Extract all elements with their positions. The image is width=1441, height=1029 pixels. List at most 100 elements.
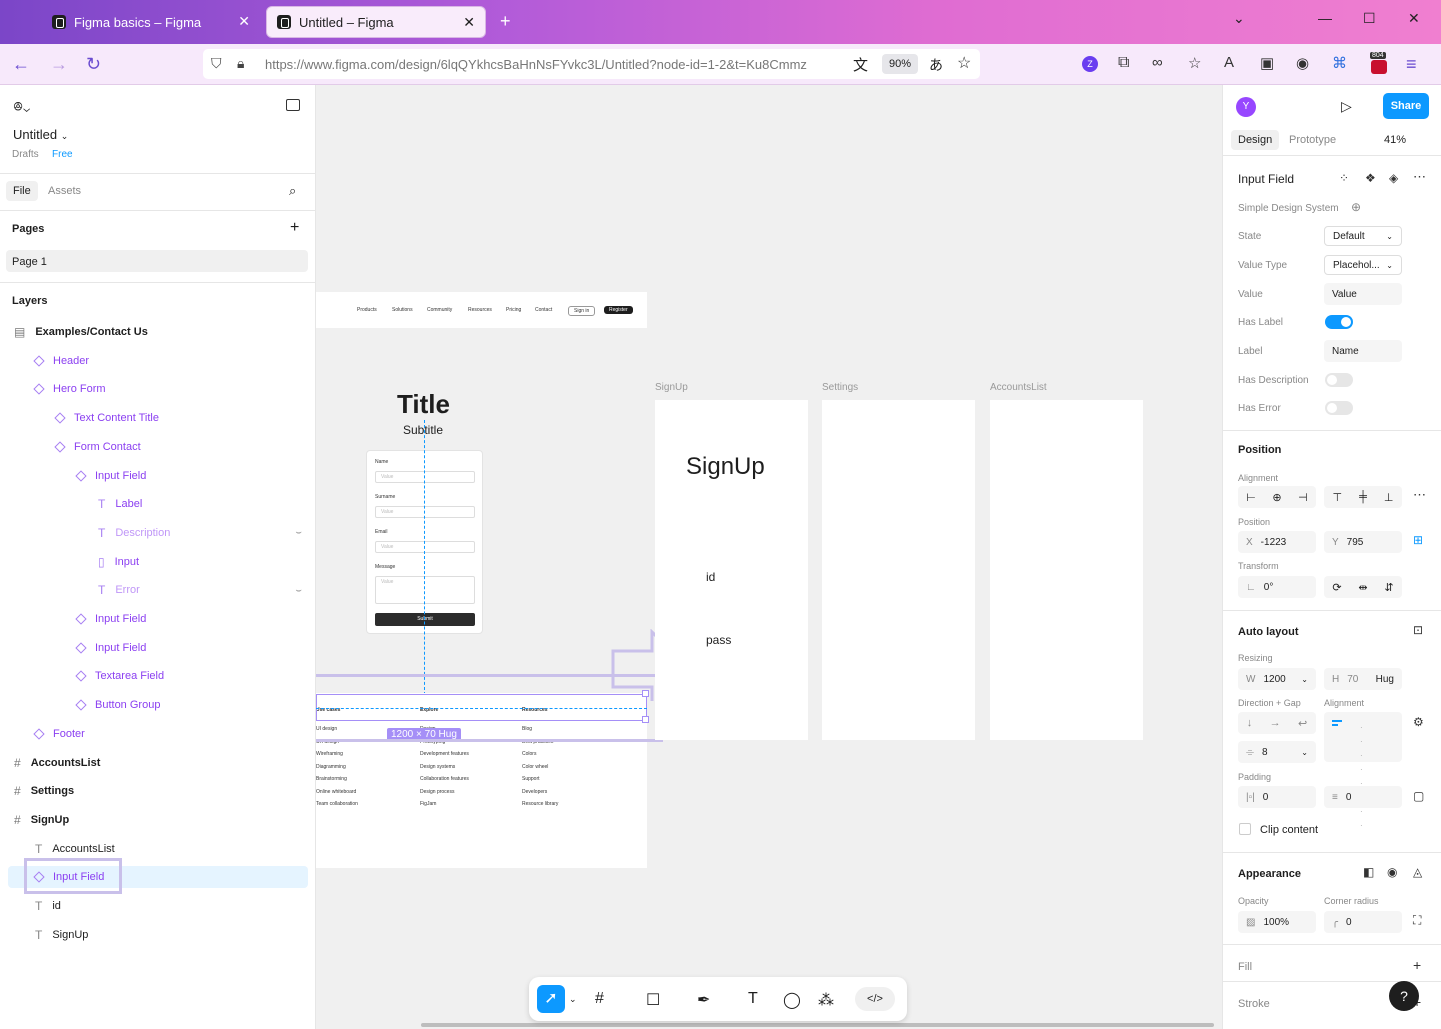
clip-content-checkbox[interactable]: [1239, 823, 1251, 835]
horizontal-padding-input[interactable]: |▫| 0: [1238, 786, 1316, 808]
value-input[interactable]: Value: [1324, 283, 1402, 305]
maximize-icon[interactable]: ☐: [1363, 10, 1376, 27]
footer-link[interactable]: Color wheel: [522, 764, 548, 770]
rectangle-tool-icon[interactable]: ☐: [646, 990, 660, 1010]
address-bar[interactable]: ⛉ 🔒︎ https://www.figma.com/design/6lqQYk…: [203, 49, 980, 79]
layer-item[interactable]: Textarea Field: [0, 665, 316, 687]
layer-item[interactable]: # SignUp: [0, 809, 316, 831]
align-middle-icon[interactable]: ╪: [1359, 491, 1367, 503]
variable-mode-icon[interactable]: ◧: [1363, 865, 1374, 879]
pen-tool-icon[interactable]: ✒: [697, 990, 710, 1010]
form-input[interactable]: Value: [375, 471, 475, 483]
gap-input[interactable]: ⌯ 8 ⌄: [1238, 741, 1316, 763]
form-input[interactable]: Value: [375, 506, 475, 518]
menu-icon[interactable]: ≡: [1406, 54, 1417, 75]
layer-item[interactable]: Hero Form: [0, 378, 316, 400]
footer-link[interactable]: Wireframing: [316, 751, 343, 757]
close-tab-icon[interactable]: ✕: [463, 14, 475, 31]
value-type-select[interactable]: Placehol... ⌄: [1324, 255, 1402, 275]
tab-assets[interactable]: Assets: [48, 185, 81, 197]
layout-settings-icon[interactable]: ⚙: [1413, 715, 1424, 729]
align-bottom-icon[interactable]: ⊥: [1384, 491, 1394, 504]
nav-item[interactable]: Resources: [468, 307, 492, 313]
footer-link[interactable]: Collaboration features: [420, 776, 469, 782]
footer-link[interactable]: Design process: [420, 789, 454, 795]
vertical-padding-input[interactable]: ≡ 0: [1324, 786, 1402, 808]
canvas[interactable]: Products Solutions Community Resources Prici…: [316, 85, 1222, 1029]
layer-item[interactable]: Input Field: [0, 637, 316, 659]
hidden-eye-icon[interactable]: ⌣: [295, 527, 302, 538]
canvas-scrollbar[interactable]: [421, 1023, 1214, 1027]
width-input[interactable]: W 1200 ⌄: [1238, 668, 1316, 690]
sign-in-button[interactable]: Sign in: [568, 306, 596, 316]
footer-link[interactable]: Colors: [522, 751, 536, 757]
new-tab-icon[interactable]: +: [500, 11, 511, 32]
layer-item[interactable]: Input Field: [0, 608, 316, 630]
frame-signup[interactable]: [655, 400, 808, 740]
independent-corners-icon[interactable]: ⛶: [1413, 913, 1421, 928]
actions-tool-icon[interactable]: ⁂: [818, 990, 834, 1010]
layer-item[interactable]: T AccountsList: [0, 838, 316, 860]
direction-right-icon[interactable]: →: [1270, 717, 1281, 729]
forward-icon[interactable]: →: [50, 54, 68, 75]
nav-item[interactable]: Solutions: [392, 307, 413, 313]
blend-drop-icon[interactable]: ◬: [1413, 865, 1422, 879]
bookmark-page-icon[interactable]: ☆: [957, 53, 971, 73]
label-input[interactable]: Name: [1324, 340, 1402, 362]
zoom-badge[interactable]: 90%: [882, 54, 918, 74]
nav-item[interactable]: Pricing: [506, 307, 521, 313]
has-description-toggle[interactable]: [1325, 373, 1353, 387]
tab-design[interactable]: Design: [1231, 130, 1280, 150]
individual-padding-icon[interactable]: ▢: [1413, 789, 1424, 803]
form-input[interactable]: Value: [375, 541, 475, 553]
opacity-input[interactable]: ▨ 100%: [1238, 911, 1316, 933]
align-top-icon[interactable]: ⊤: [1333, 491, 1343, 504]
layer-item[interactable]: # AccountsList: [0, 752, 316, 774]
signup-heading[interactable]: SignUp: [686, 453, 765, 481]
frame-accountslist[interactable]: [990, 400, 1143, 740]
signup-id-text[interactable]: id: [706, 570, 715, 584]
submit-button[interactable]: Submit: [375, 613, 475, 626]
reload-icon[interactable]: ↻: [86, 54, 101, 75]
container-icon[interactable]: ▣: [1260, 54, 1274, 72]
layer-item[interactable]: ▤ Examples/Contact Us: [0, 321, 316, 343]
register-button[interactable]: Register: [604, 306, 633, 314]
layer-item[interactable]: Form Contact: [0, 436, 316, 458]
translator-ext-icon[interactable]: ⌘: [1332, 54, 1347, 72]
visibility-eye-icon[interactable]: ◉: [1387, 865, 1397, 879]
direction-wrap-icon[interactable]: ↩: [1298, 717, 1307, 730]
y-input[interactable]: Y 795: [1324, 531, 1402, 553]
layer-item[interactable]: ▯ Input: [0, 551, 316, 573]
h-align-group[interactable]: ⊢ ⊕ ⊣: [1238, 486, 1316, 508]
layer-item[interactable]: Input Field: [8, 858, 308, 895]
alignment-grid[interactable]: · ·· · ·· · ·: [1324, 712, 1402, 830]
file-location[interactable]: Drafts: [12, 149, 39, 160]
footer-link[interactable]: Design systems: [420, 764, 455, 770]
layer-item[interactable]: Footer: [0, 723, 316, 745]
auto-layout-settings-icon[interactable]: ⊡: [1413, 623, 1423, 637]
tab-prototype[interactable]: Prototype: [1289, 134, 1336, 146]
tab-file[interactable]: File: [6, 181, 38, 201]
rotation-input[interactable]: ∟ 0°: [1238, 576, 1316, 598]
frame-label[interactable]: AccountsList: [990, 382, 1047, 393]
back-icon[interactable]: ←: [12, 54, 30, 75]
layer-item[interactable]: Button Group: [0, 694, 316, 716]
hidden-eye-icon[interactable]: ⌣: [295, 585, 302, 596]
translate-ext-icon[interactable]: A: [1224, 54, 1234, 71]
has-label-toggle[interactable]: [1325, 315, 1353, 329]
height-input[interactable]: H 70 Hug: [1324, 668, 1402, 690]
more-options-icon[interactable]: ⋯: [1413, 169, 1426, 185]
instance-grid-icon[interactable]: ⁘: [1339, 171, 1349, 185]
corner-radius-input[interactable]: ╭ 0: [1324, 911, 1402, 933]
page-translate-icon[interactable]: あ: [929, 55, 943, 75]
layer-item[interactable]: Tid: [0, 895, 316, 917]
footer-link[interactable]: Diagramming: [316, 764, 346, 770]
add-page-icon[interactable]: +: [290, 219, 299, 237]
share-button[interactable]: Share: [1383, 93, 1429, 119]
url-text[interactable]: https://www.figma.com/design/6lqQYkhcsBa…: [265, 57, 843, 72]
align-center-icon[interactable]: ⊕: [1272, 491, 1281, 504]
frame-label[interactable]: SignUp: [655, 382, 688, 393]
nav-item[interactable]: Products: [357, 307, 377, 313]
layer-item[interactable]: T SignUp: [0, 924, 316, 946]
chevron-down-icon[interactable]: ⌄: [569, 994, 577, 1005]
